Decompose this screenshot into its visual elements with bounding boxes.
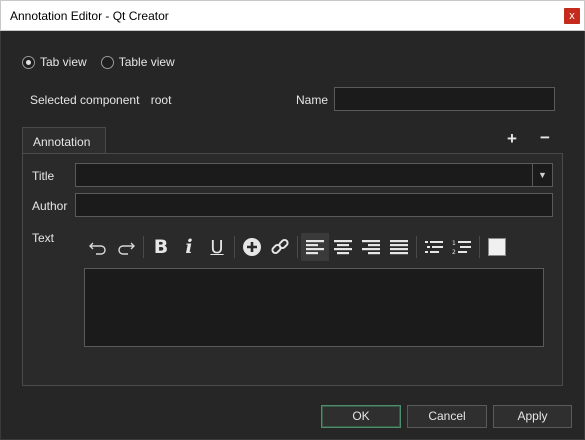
toolbar-separator	[479, 236, 480, 258]
align-right-icon[interactable]	[357, 233, 385, 261]
redo-icon[interactable]	[112, 233, 140, 261]
align-left-icon[interactable]	[301, 233, 329, 261]
ok-button[interactable]: OK	[321, 405, 401, 428]
table-view-label: Table view	[118, 55, 175, 69]
numbered-list-icon[interactable]: 12	[448, 233, 476, 261]
author-input[interactable]	[75, 193, 553, 217]
remove-annotation-button[interactable]: −	[540, 128, 550, 148]
apply-button[interactable]: Apply	[493, 405, 572, 428]
toolbar-separator	[416, 236, 417, 258]
color-swatch-icon[interactable]	[483, 233, 511, 261]
toolbar-separator	[297, 236, 298, 258]
svg-text:1: 1	[452, 240, 456, 247]
window-title: Annotation Editor - Qt Creator	[10, 9, 169, 23]
toolbar-separator	[143, 236, 144, 258]
view-mode-group: Tab view Table view	[22, 55, 189, 69]
name-label: Name	[296, 93, 329, 107]
title-bar: Annotation Editor - Qt Creator x	[0, 0, 585, 31]
text-editor[interactable]	[84, 268, 544, 347]
close-button[interactable]: x	[564, 8, 580, 24]
selected-component: Selected component root	[30, 93, 179, 107]
selected-component-value: root	[150, 93, 172, 107]
italic-icon[interactable]: i	[175, 233, 203, 261]
tab-annotation[interactable]: Annotation	[22, 127, 106, 154]
add-icon[interactable]	[238, 233, 266, 261]
bold-icon[interactable]: B	[147, 233, 175, 261]
title-combobox[interactable]: ▼	[75, 163, 553, 187]
chevron-down-icon[interactable]: ▼	[532, 164, 552, 186]
toolbar-separator	[234, 236, 235, 258]
tab-view-label: Tab view	[40, 55, 87, 69]
name-input[interactable]	[334, 87, 555, 111]
tab-annotation-label: Annotation	[33, 135, 91, 149]
radio-unchecked-icon[interactable]	[100, 55, 114, 69]
svg-text:2: 2	[452, 249, 456, 255]
author-label: Author	[32, 199, 68, 213]
align-center-icon[interactable]	[329, 233, 357, 261]
text-label: Text	[32, 231, 55, 245]
table-view-radio[interactable]: Table view	[100, 55, 175, 69]
tab-view-radio[interactable]: Tab view	[22, 55, 87, 69]
link-icon[interactable]	[266, 233, 294, 261]
undo-icon[interactable]	[84, 233, 112, 261]
text-format-toolbar: B i U 12	[84, 232, 544, 262]
add-annotation-button[interactable]: +	[507, 129, 517, 149]
radio-checked-icon[interactable]	[22, 55, 35, 69]
selected-component-label: Selected component	[30, 93, 140, 107]
cancel-button[interactable]: Cancel	[407, 405, 487, 428]
bullet-list-icon[interactable]	[420, 233, 448, 261]
title-label: Title	[32, 169, 55, 183]
underline-icon[interactable]: U	[203, 233, 231, 261]
justify-icon[interactable]	[385, 233, 413, 261]
